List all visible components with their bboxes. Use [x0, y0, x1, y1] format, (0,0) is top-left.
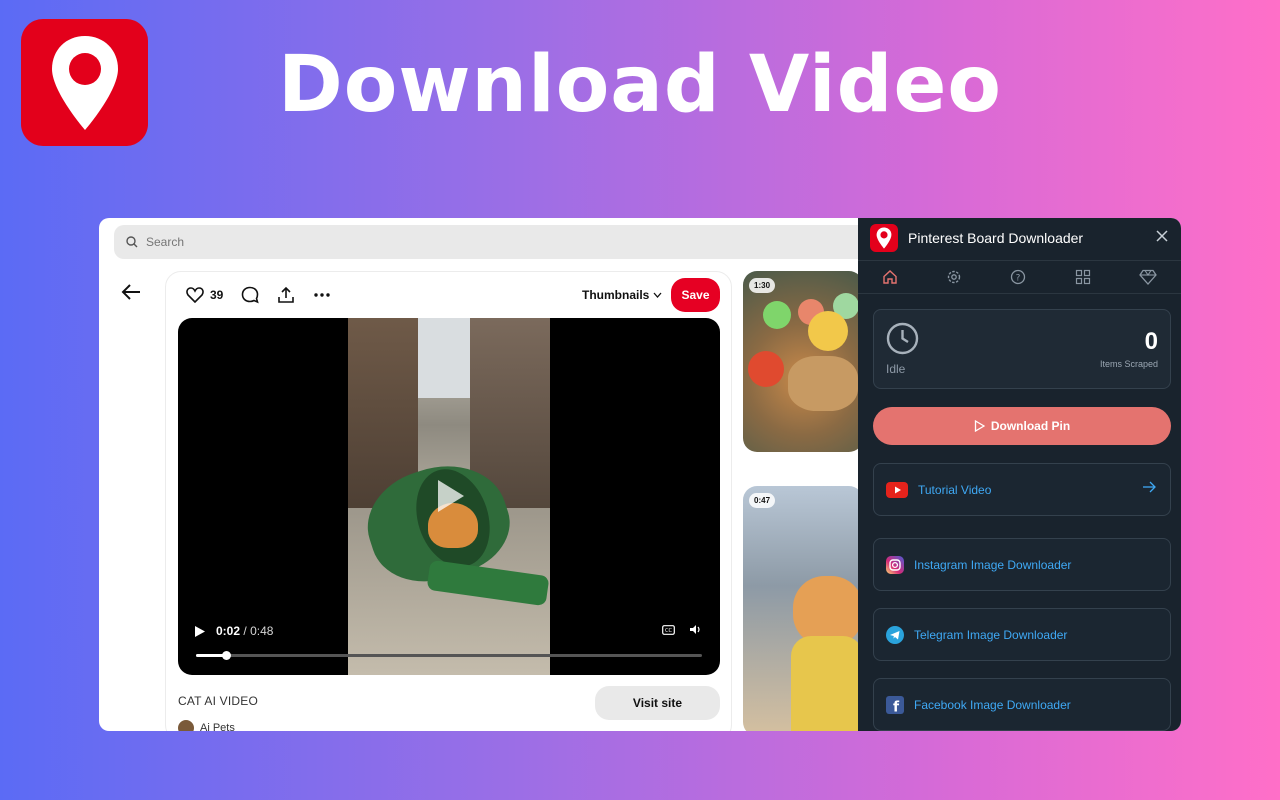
- instagram-icon: [886, 555, 904, 574]
- diamond-icon[interactable]: [1139, 269, 1157, 285]
- extension-nav: ?: [858, 260, 1181, 294]
- youtube-icon: [886, 481, 908, 498]
- help-icon[interactable]: ?: [1010, 269, 1026, 285]
- like-button[interactable]: 39: [186, 287, 223, 303]
- save-button[interactable]: Save: [671, 278, 720, 312]
- grid-icon[interactable]: [1075, 269, 1091, 285]
- telegram-downloader-link[interactable]: Telegram Image Downloader: [873, 608, 1171, 661]
- search-icon: [126, 236, 138, 248]
- pin-toolbar: 39: [186, 286, 331, 304]
- browser-window: Search 39 Thumbnails Save 0:02 / 0:48 CC…: [99, 218, 1181, 731]
- play-icon[interactable]: [194, 625, 206, 638]
- avatar: [178, 720, 194, 731]
- captions-icon[interactable]: CC: [662, 624, 675, 635]
- volume-icon[interactable]: [689, 624, 702, 635]
- creator-link[interactable]: Ai Pets: [178, 720, 235, 731]
- like-count: 39: [210, 288, 224, 302]
- back-button[interactable]: [121, 284, 141, 305]
- telegram-icon: [886, 625, 904, 644]
- video-progress-bar[interactable]: [196, 651, 702, 660]
- extension-panel: Pinterest Board Downloader ? Idle 0 Item…: [858, 218, 1181, 731]
- instagram-downloader-link[interactable]: Instagram Image Downloader: [873, 538, 1171, 591]
- visit-site-button[interactable]: Visit site: [595, 686, 720, 720]
- telegram-downloader-label: Telegram Image Downloader: [914, 627, 1068, 642]
- creator-name: Ai Pets: [200, 722, 235, 731]
- duration-badge: 0:47: [749, 493, 776, 508]
- thumbnails-label: Thumbnails: [582, 288, 650, 302]
- close-icon[interactable]: [1155, 229, 1169, 243]
- svg-text:f: f: [893, 699, 900, 714]
- current-time: 0:02: [216, 624, 241, 638]
- svg-text:?: ?: [1016, 274, 1021, 284]
- pin-title: CAT AI VIDEO: [178, 694, 258, 708]
- hero-title: Download Video: [278, 40, 1002, 130]
- video-player[interactable]: 0:02 / 0:48 CC: [178, 318, 720, 675]
- duration-badge: 1:30: [749, 278, 776, 293]
- extension-header: Pinterest Board Downloader: [858, 218, 1181, 258]
- facebook-downloader-label: Facebook Image Downloader: [914, 697, 1071, 712]
- status-text: Idle: [886, 362, 906, 376]
- search-input[interactable]: Search: [114, 225, 874, 259]
- pin-card: 39 Thumbnails Save 0:02 / 0:48 CC CAT AI…: [165, 271, 732, 731]
- facebook-icon: f: [886, 695, 904, 714]
- video-controls: 0:02 / 0:48: [194, 624, 273, 638]
- play-icon: [974, 420, 985, 432]
- time-separator: /: [243, 624, 247, 638]
- extension-title: Pinterest Board Downloader: [908, 230, 1084, 246]
- status-card: Idle 0 Items Scraped: [873, 309, 1171, 389]
- home-icon[interactable]: [882, 269, 898, 285]
- download-pin-label: Download Pin: [990, 419, 1071, 433]
- svg-text:CC: CC: [665, 628, 672, 634]
- arrow-left-icon: [121, 284, 140, 300]
- more-options-icon[interactable]: [313, 292, 331, 298]
- facebook-downloader-link[interactable]: f Facebook Image Downloader: [873, 678, 1171, 731]
- settings-icon[interactable]: [946, 269, 962, 285]
- search-placeholder: Search: [146, 235, 185, 249]
- related-pin-chicks[interactable]: 1:30: [743, 271, 863, 452]
- items-label: Items Scraped: [1099, 359, 1158, 369]
- share-icon[interactable]: [277, 286, 295, 304]
- chevron-down-icon: [653, 292, 662, 298]
- clock-icon: [886, 322, 919, 355]
- tutorial-video-label: Tutorial Video: [918, 482, 992, 497]
- video-progress-knob[interactable]: [222, 651, 232, 660]
- map-pin-icon: [876, 227, 892, 249]
- items-count: 0: [1144, 328, 1158, 355]
- duration: 0:48: [250, 624, 274, 638]
- tutorial-video-link[interactable]: Tutorial Video: [873, 463, 1171, 516]
- instagram-downloader-label: Instagram Image Downloader: [914, 557, 1072, 572]
- related-pin-cat[interactable]: 0:47: [743, 486, 863, 731]
- play-overlay-icon[interactable]: [436, 478, 466, 514]
- download-pin-button[interactable]: Download Pin: [873, 407, 1171, 445]
- arrow-right-icon: [1143, 481, 1156, 493]
- video-controls-right: CC: [662, 624, 702, 635]
- thumbnails-dropdown[interactable]: Thumbnails: [582, 288, 662, 302]
- extension-logo: [870, 224, 898, 252]
- comment-icon[interactable]: [241, 286, 260, 304]
- heart-icon: [186, 287, 204, 303]
